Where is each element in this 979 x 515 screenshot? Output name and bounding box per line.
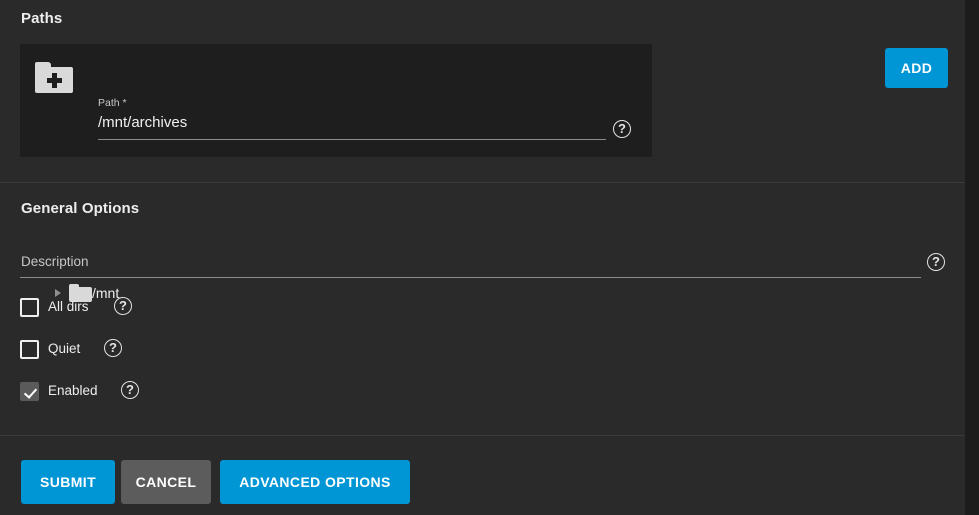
general-options-title: General Options: [21, 200, 140, 217]
checkbox-quiet[interactable]: [20, 340, 39, 359]
help-icon[interactable]: ?: [613, 120, 631, 138]
advanced-options-button[interactable]: ADVANCED OPTIONS: [220, 460, 410, 504]
paths-section-title: Paths: [21, 10, 63, 27]
path-input-row: Path * /mnt/archives ?: [20, 44, 652, 140]
description-input-underline: [20, 277, 921, 278]
cancel-button[interactable]: CANCEL: [121, 460, 211, 504]
checkbox-enabled[interactable]: [20, 382, 39, 401]
add-button[interactable]: ADD: [885, 48, 948, 88]
help-icon[interactable]: ?: [927, 253, 945, 271]
checkbox-label-all-dirs: All dirs: [48, 299, 89, 314]
path-input-underline: [98, 139, 606, 140]
help-icon[interactable]: ?: [104, 339, 122, 357]
checkbox-label-quiet: Quiet: [48, 341, 81, 356]
paths-card: Path * /mnt/archives ? /mnt: [20, 44, 652, 302]
right-gutter: [965, 0, 979, 515]
section-divider-top: [0, 182, 965, 183]
section-divider-bottom: [0, 435, 965, 436]
path-field-label: Path *: [98, 97, 127, 109]
plus-horizontal-bar: [47, 78, 62, 83]
help-icon[interactable]: ?: [121, 381, 139, 399]
checkbox-all-dirs[interactable]: [20, 298, 39, 317]
folder-add-icon[interactable]: [35, 62, 73, 93]
form-page: Paths Path * /mnt/archives ? /mnt ADD Ge…: [0, 0, 965, 515]
path-input[interactable]: /mnt/archives: [98, 114, 187, 131]
description-input[interactable]: Description: [21, 254, 89, 269]
checkbox-label-enabled: Enabled: [48, 383, 98, 398]
chevron-right-icon[interactable]: [55, 289, 61, 297]
help-icon[interactable]: ?: [114, 297, 132, 315]
submit-button[interactable]: SUBMIT: [21, 460, 115, 504]
tree-item-label[interactable]: /mnt: [92, 285, 119, 301]
